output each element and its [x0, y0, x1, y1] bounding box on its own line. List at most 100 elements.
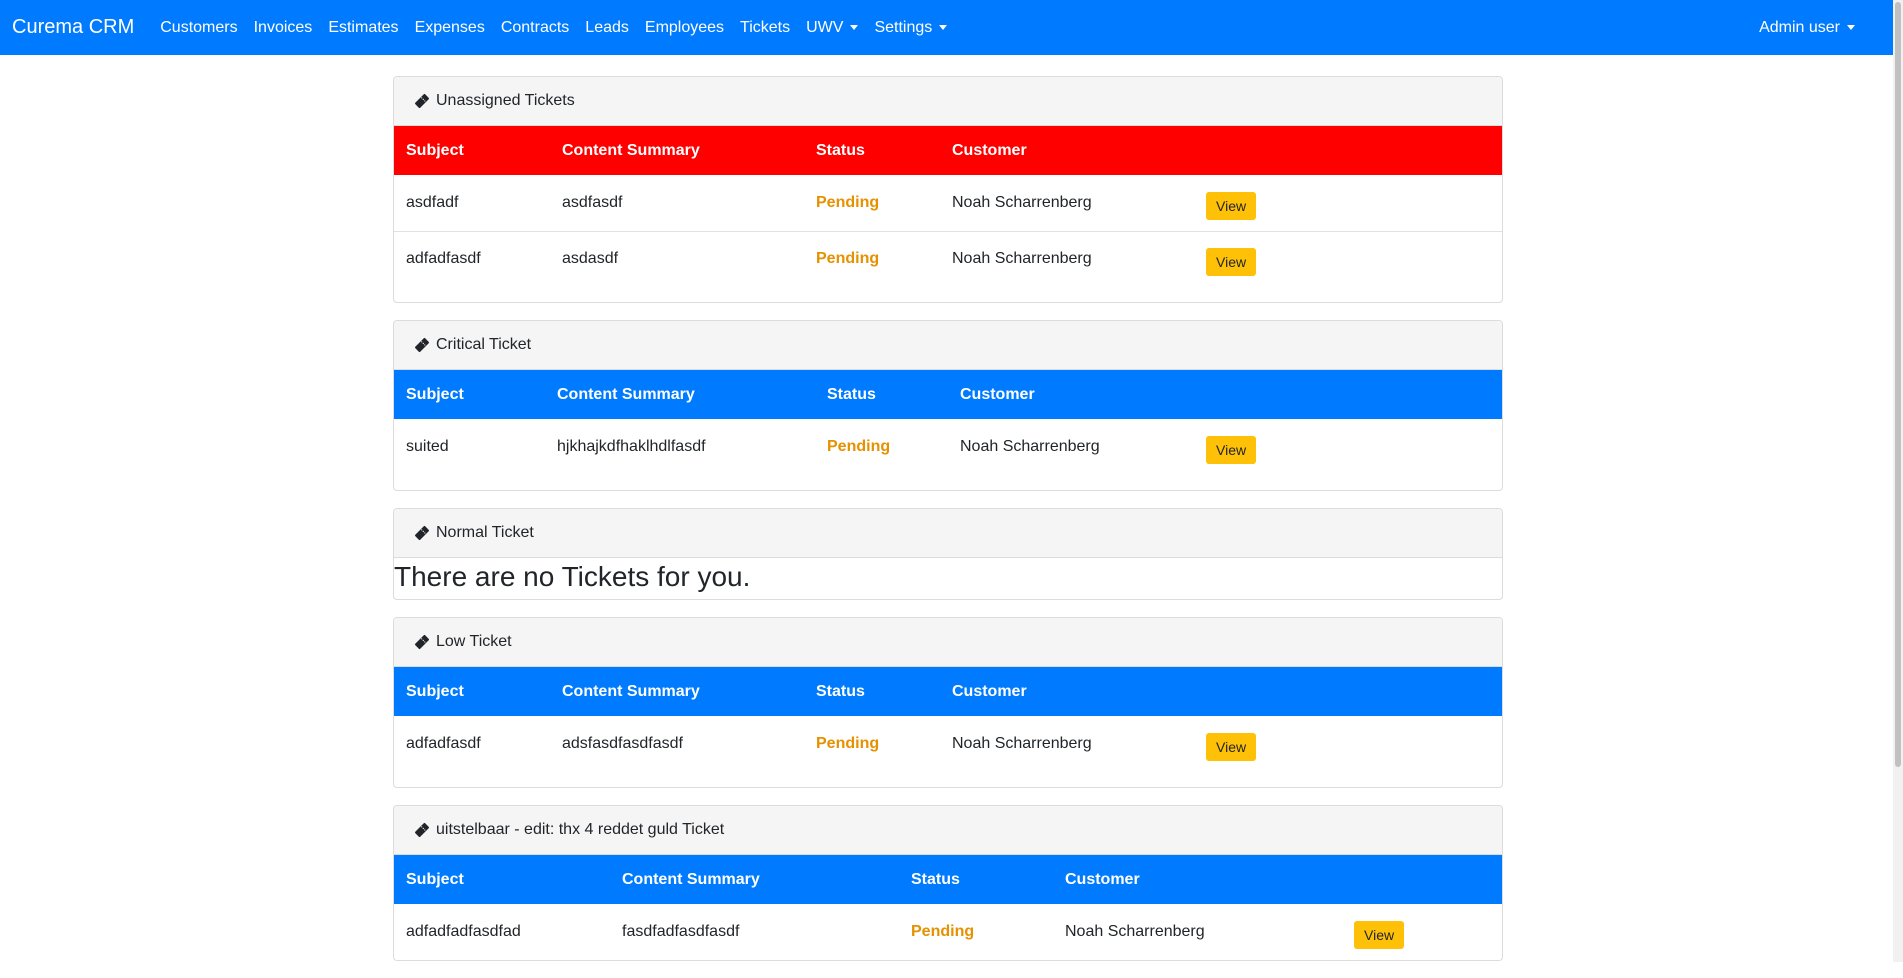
- column-header-subject: Subject: [406, 385, 464, 403]
- cell-status: Pending: [816, 193, 880, 211]
- table-row: adfadfasdf asdasdf Pending Noah Scharren…: [394, 231, 1502, 287]
- cell-actions: View: [1194, 716, 1502, 772]
- nav-tickets[interactable]: Tickets: [740, 19, 790, 37]
- nav-expenses[interactable]: Expenses: [415, 19, 485, 37]
- column-header-status: Status: [911, 870, 960, 888]
- view-button[interactable]: View: [1354, 921, 1405, 949]
- normal-tickets-card: Normal Ticket There are no Tickets for y…: [393, 508, 1503, 600]
- ticket-icon: [414, 822, 430, 838]
- cell-customer: Noah Scharrenberg: [952, 250, 1092, 268]
- nav-contracts[interactable]: Contracts: [501, 19, 569, 37]
- card-header: Low Ticket: [394, 618, 1502, 667]
- nav-invoices[interactable]: Invoices: [254, 19, 313, 37]
- nav-leads[interactable]: Leads: [585, 19, 629, 37]
- cell-actions: View: [1194, 175, 1502, 231]
- cell-content: hjkhajkdfhaklhdlfasdf: [557, 438, 706, 455]
- cell-subject: adfadfasdf: [406, 250, 481, 268]
- card-title: Normal Ticket: [436, 524, 534, 541]
- unassigned-tickets-card: Unassigned Tickets Subject Content Summa…: [393, 76, 1503, 303]
- column-header-content: Content Summary: [562, 141, 700, 159]
- scrollbar-thumb[interactable]: [1895, 2, 1901, 767]
- cell-status: Pending: [827, 438, 891, 455]
- nav-estimates[interactable]: Estimates: [328, 19, 398, 37]
- cell-subject: asdfadf: [406, 193, 459, 211]
- cell-content: asdfasdf: [562, 193, 623, 211]
- critical-tickets-card: Critical Ticket Subject Content Summary …: [393, 320, 1503, 491]
- cell-customer: Noah Scharrenberg: [1065, 923, 1205, 940]
- ticket-icon: [414, 337, 430, 353]
- cell-status: Pending: [816, 735, 880, 752]
- view-button[interactable]: View: [1206, 191, 1257, 220]
- view-button[interactable]: View: [1206, 436, 1257, 464]
- cell-content: asdasdf: [562, 250, 619, 268]
- cell-actions: View: [1194, 419, 1502, 475]
- view-button[interactable]: View: [1206, 733, 1257, 761]
- tickets-table: Subject Content Summary Status Customer …: [394, 126, 1502, 287]
- nav-uwv-dropdown[interactable]: UWV: [806, 18, 859, 37]
- cell-actions: View: [1342, 904, 1502, 960]
- page-scrollbar[interactable]: [1893, 0, 1903, 962]
- main-content: Unassigned Tickets Subject Content Summa…: [393, 76, 1503, 978]
- cell-subject: adfadfasdf: [406, 735, 481, 752]
- cell-customer: Noah Scharrenberg: [960, 438, 1100, 455]
- table-header-row: Subject Content Summary Status Customer: [394, 855, 1502, 904]
- column-header-subject: Subject: [406, 141, 464, 159]
- column-header-status: Status: [816, 682, 865, 700]
- table-row: adfadfadfasdfad fasdfadfasdfasdf Pending…: [394, 904, 1502, 960]
- column-header-actions: [1342, 855, 1502, 904]
- nav-customers[interactable]: Customers: [160, 19, 237, 37]
- tickets-table: Subject Content Summary Status Customer …: [394, 667, 1502, 772]
- card-header: Normal Ticket: [394, 509, 1502, 558]
- column-header-customer: Customer: [1065, 870, 1140, 888]
- column-header-customer: Customer: [952, 141, 1027, 159]
- nav-uwv-label: UWV: [806, 18, 844, 36]
- column-header-actions: [1194, 370, 1502, 419]
- column-header-customer: Customer: [952, 682, 1027, 700]
- column-header-customer: Customer: [960, 385, 1035, 403]
- nav-employees[interactable]: Employees: [645, 19, 724, 37]
- top-navbar: Curema CRM Customers Invoices Estimates …: [0, 0, 1893, 55]
- cell-content: adsfasdfasdfasdf: [562, 735, 683, 752]
- brand-link[interactable]: Curema CRM: [12, 16, 134, 39]
- column-header-actions: [1194, 667, 1502, 716]
- low-tickets-card: Low Ticket Subject Content Summary Statu…: [393, 617, 1503, 788]
- cell-subject: adfadfadfasdfad: [406, 923, 521, 940]
- table-header-row: Subject Content Summary Status Customer: [394, 667, 1502, 716]
- card-title: Low Ticket: [436, 633, 512, 650]
- ticket-icon: [414, 525, 430, 541]
- nav-settings-dropdown[interactable]: Settings: [874, 18, 948, 37]
- card-title: Critical Ticket: [436, 336, 532, 353]
- table-row: adfadfasdf adsfasdfasdfasdf Pending Noah…: [394, 716, 1502, 772]
- column-header-subject: Subject: [406, 870, 464, 888]
- nav-settings-label: Settings: [874, 18, 933, 36]
- column-header-status: Status: [816, 141, 865, 159]
- card-title: Unassigned Tickets: [436, 92, 575, 109]
- column-header-content: Content Summary: [622, 870, 760, 888]
- cell-content: fasdfadfasdfasdf: [622, 923, 740, 940]
- column-header-status: Status: [827, 385, 876, 403]
- column-header-actions: [1194, 126, 1502, 175]
- view-button[interactable]: View: [1206, 248, 1257, 277]
- table-row: asdfadf asdfasdf Pending Noah Scharrenbe…: [394, 175, 1502, 231]
- ticket-icon: [414, 93, 430, 109]
- caret-down-icon: [1847, 25, 1855, 30]
- card-header: Unassigned Tickets: [394, 77, 1502, 126]
- tickets-table: Subject Content Summary Status Customer …: [394, 370, 1502, 475]
- user-name: Admin user: [1759, 18, 1840, 36]
- caret-down-icon: [850, 25, 859, 30]
- column-header-subject: Subject: [406, 682, 464, 700]
- card-header: uitstelbaar - edit: thx 4 reddet guld Ti…: [394, 806, 1502, 855]
- cell-subject: suited: [406, 438, 449, 455]
- cell-customer: Noah Scharrenberg: [952, 193, 1092, 211]
- column-header-content: Content Summary: [562, 682, 700, 700]
- cell-status: Pending: [816, 250, 880, 268]
- caret-down-icon: [939, 25, 948, 30]
- table-header-row: Subject Content Summary Status Customer: [394, 126, 1502, 175]
- cell-status: Pending: [911, 923, 975, 940]
- empty-tickets-message: There are no Tickets for you.: [394, 561, 751, 592]
- user-menu-dropdown[interactable]: Admin user: [1759, 19, 1855, 37]
- ticket-icon: [414, 634, 430, 650]
- cell-actions: View: [1194, 231, 1502, 287]
- column-header-content: Content Summary: [557, 385, 695, 403]
- card-header: Critical Ticket: [394, 321, 1502, 370]
